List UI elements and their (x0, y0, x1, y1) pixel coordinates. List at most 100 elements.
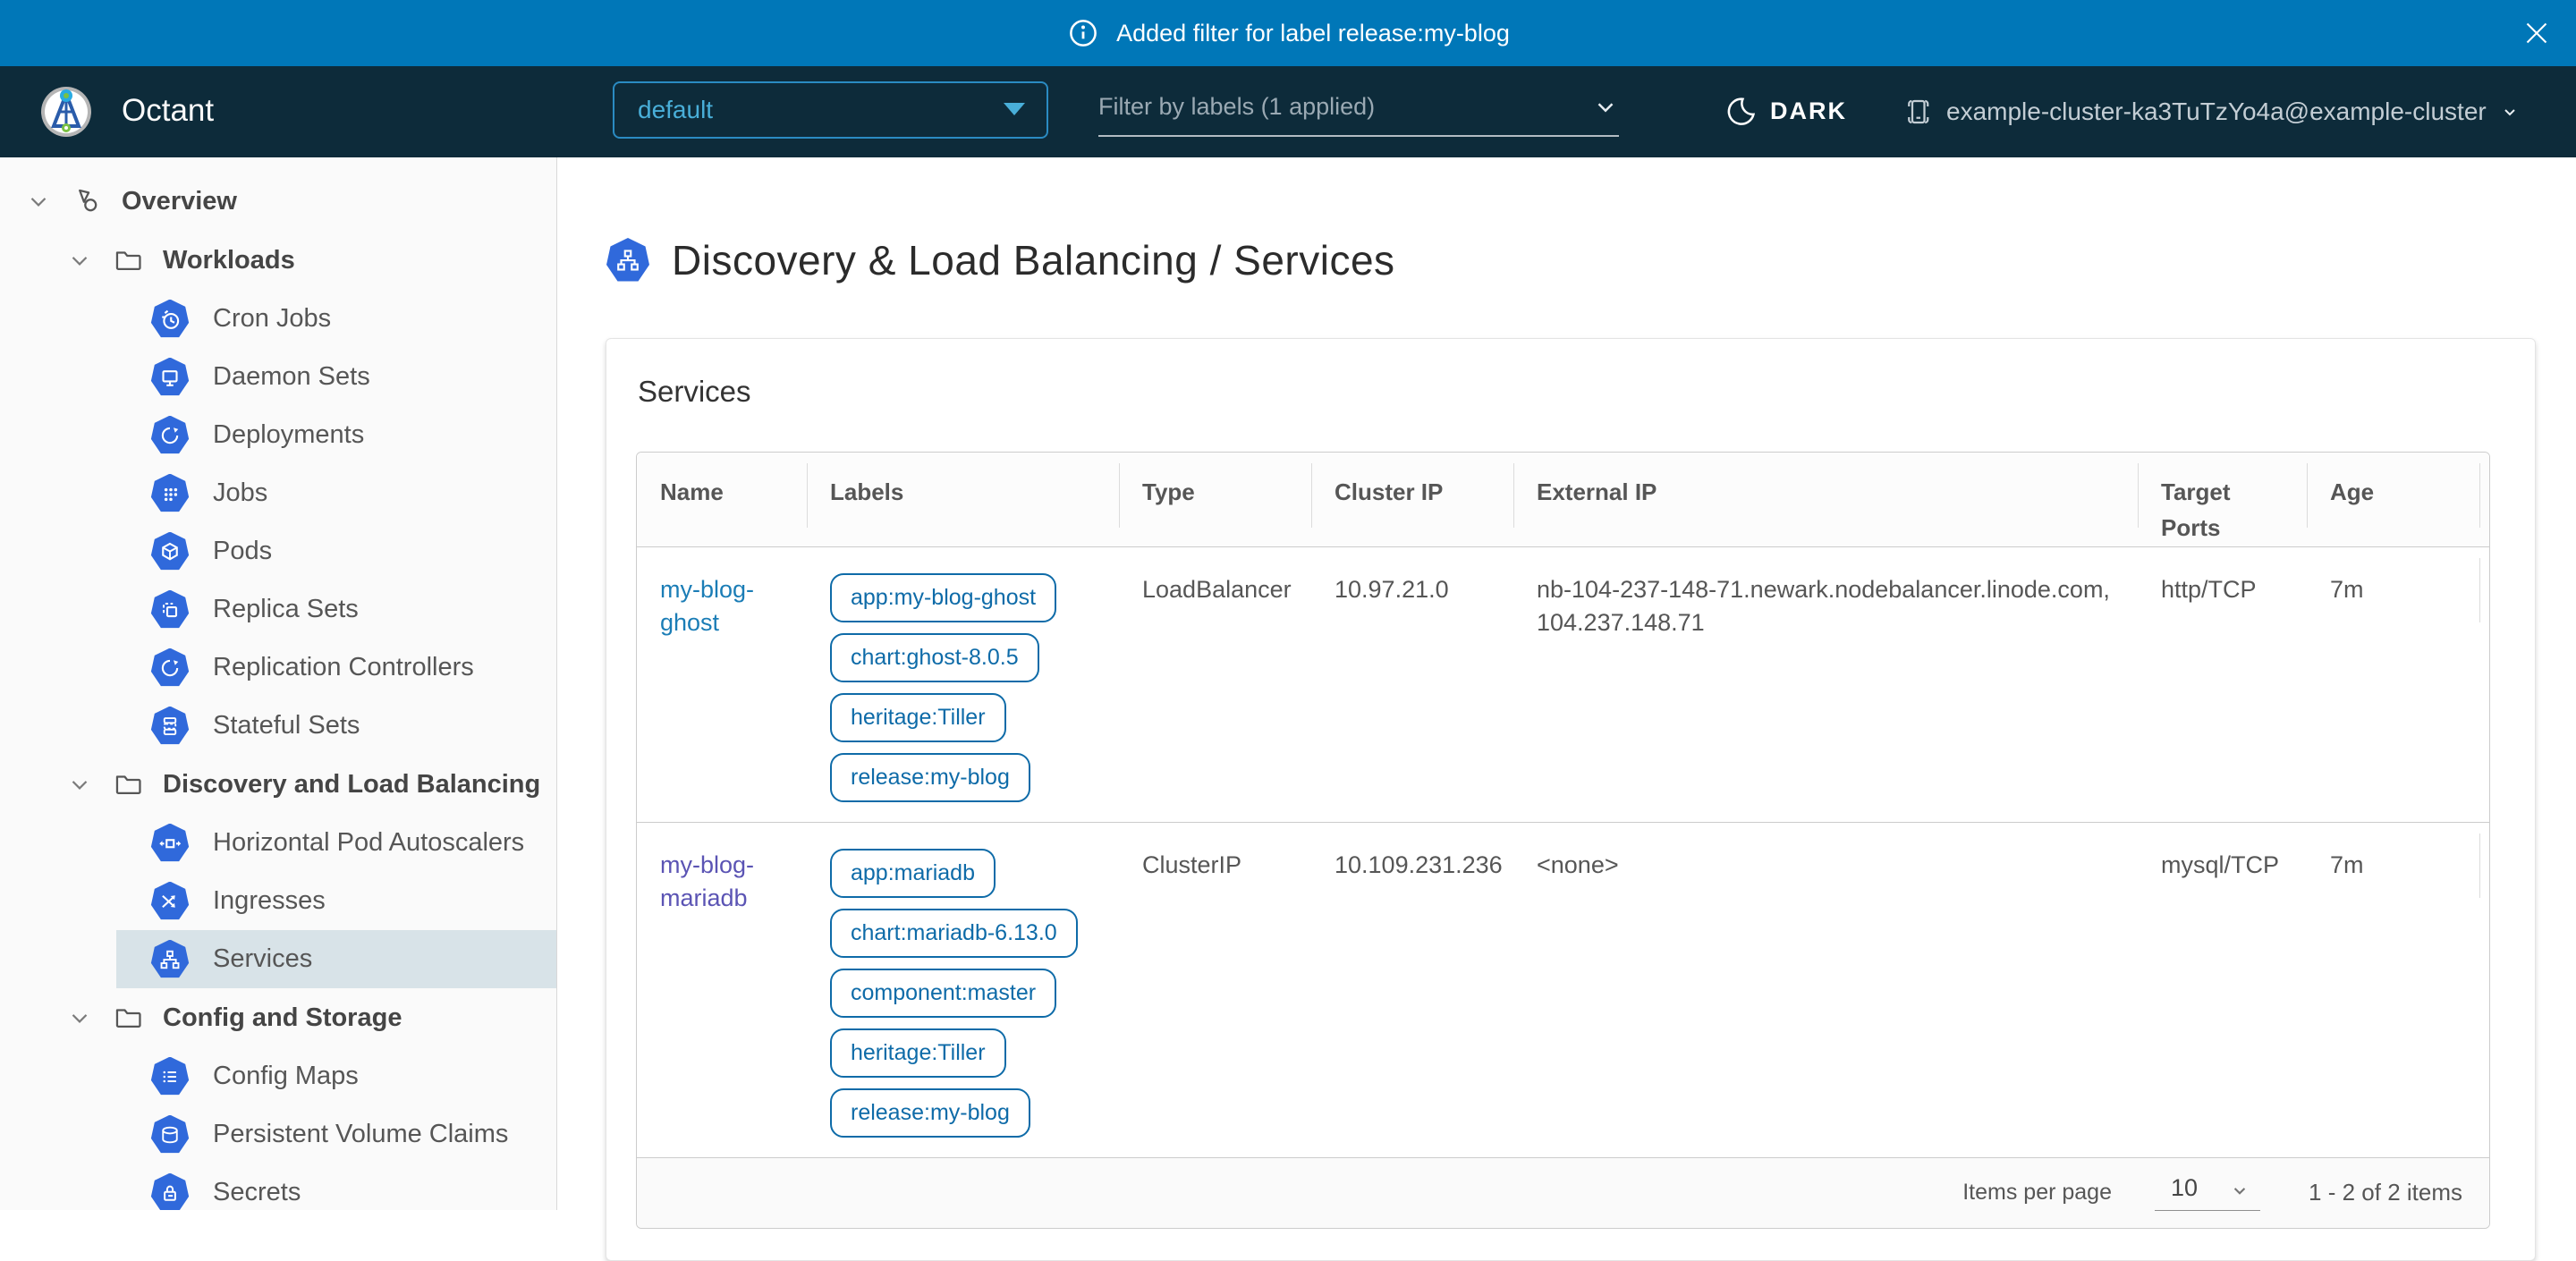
label-pill[interactable]: chart:mariadb-6.13.0 (830, 909, 1078, 958)
column-header-external-ip: External IP (1513, 453, 2138, 546)
sidebar-item-persistent-volume-claims[interactable]: Persistent Volume Claims (116, 1105, 556, 1164)
items-per-page-select[interactable]: 10 (2155, 1174, 2260, 1211)
service-resource-icon (606, 238, 650, 283)
sidebar-item-label: Config and Storage (163, 1003, 402, 1033)
sidebar-item-discovery-and-load-balancing[interactable]: Discovery and Load Balancing (0, 755, 556, 814)
sidebar-item-label: Overview (122, 187, 237, 216)
cell-target-ports: mysql/TCP (2138, 823, 2307, 1157)
namespace-select[interactable]: default (613, 81, 1048, 139)
dark-theme-toggle[interactable]: DARK (1724, 95, 1847, 127)
cell-target-ports: http/TCP (2138, 547, 2307, 822)
label-pill[interactable]: heritage:Tiller (830, 693, 1006, 742)
notification-banner: Added filter for label release:my-blog (0, 0, 2576, 66)
chevron-down-icon[interactable] (66, 1004, 93, 1031)
items-per-page-label: Items per page (1962, 1180, 2112, 1206)
pagination-range: 1 - 2 of 2 items (2309, 1179, 2462, 1206)
cell-age: 7m (2307, 547, 2479, 822)
namespace-value: default (638, 96, 713, 124)
moon-icon (1724, 95, 1757, 127)
table-footer: Items per page 10 1 - 2 of 2 items (637, 1157, 2489, 1228)
octant-logo-icon (39, 85, 93, 139)
sidebar-item-jobs[interactable]: Jobs (116, 464, 556, 522)
cell-type: LoadBalancer (1119, 547, 1311, 822)
column-header-type: Type (1119, 453, 1311, 546)
services-icon (150, 940, 190, 979)
services-table: NameLabelsTypeCluster IPExternal IPTarge… (636, 452, 2490, 1229)
chevron-down-icon (2499, 101, 2521, 123)
deployments-icon (150, 416, 190, 455)
sidebar-item-label: Cron Jobs (213, 304, 331, 334)
info-icon (1066, 16, 1100, 50)
caret-down-icon (1004, 103, 1025, 115)
column-header-name: Name (637, 453, 807, 546)
page-title: Discovery & Load Balancing / Services (606, 236, 2536, 284)
stateful-sets-icon (150, 707, 190, 746)
sidebar-item-deployments[interactable]: Deployments (116, 406, 556, 464)
label-pill[interactable]: chart:ghost-8.0.5 (830, 633, 1039, 682)
sidebar-item-daemon-sets[interactable]: Daemon Sets (116, 348, 556, 406)
service-name-link[interactable]: my-blog-ghost (660, 576, 754, 637)
deployment-target-icon (1902, 96, 1934, 128)
label-pill[interactable]: app:mariadb (830, 849, 996, 898)
folder-icon (113, 1003, 143, 1033)
folder-icon (113, 769, 143, 800)
chevron-down-icon[interactable] (25, 188, 52, 215)
ingresses-icon (150, 882, 190, 921)
sidebar-item-secrets[interactable]: Secrets (116, 1164, 556, 1210)
cell-name: my-blog-mariadb (637, 823, 807, 1157)
sidebar-item-replication-controllers[interactable]: Replication Controllers (116, 639, 556, 697)
sidebar-item-cron-jobs[interactable]: Cron Jobs (116, 290, 556, 348)
cluster-context-select[interactable]: example-cluster-ka3TuTzYo4a@example-clus… (1902, 96, 2521, 128)
chevron-down-icon[interactable] (66, 247, 93, 274)
jobs-icon (150, 474, 190, 513)
app-header: Octant default Filter by labels (1 appli… (0, 66, 2576, 157)
sidebar-item-services[interactable]: Services (116, 930, 556, 988)
label-filter-placeholder: Filter by labels (1 applied) (1098, 93, 1375, 121)
folder-icon (113, 245, 143, 275)
cluster-context-value: example-cluster-ka3TuTzYo4a@example-clus… (1946, 97, 2487, 126)
sidebar-item-pods[interactable]: Pods (116, 522, 556, 580)
row-spacer (2479, 823, 2489, 1157)
cell-type: ClusterIP (1119, 823, 1311, 1157)
sidebar-item-config-and-storage[interactable]: Config and Storage (0, 988, 556, 1047)
cron-jobs-icon (150, 300, 190, 339)
label-filter-input[interactable]: Filter by labels (1 applied) (1098, 93, 1619, 137)
main-content: Discovery & Load Balancing / Services Se… (557, 157, 2576, 1210)
sidebar-item-label: Stateful Sets (213, 711, 360, 741)
sidebar-item-label: Replica Sets (213, 595, 359, 624)
services-card: Services NameLabelsTypeCluster IPExterna… (606, 338, 2536, 1261)
sidebar-item-label: Pods (213, 537, 272, 566)
label-pill[interactable]: app:my-blog-ghost (830, 573, 1056, 622)
sidebar-item-replica-sets[interactable]: Replica Sets (116, 580, 556, 639)
sidebar-item-config-maps[interactable]: Config Maps (116, 1047, 556, 1105)
sidebar-item-overview[interactable]: Overview (0, 172, 556, 231)
label-pill[interactable]: component:master (830, 969, 1056, 1018)
theme-toggle-label: DARK (1770, 97, 1847, 125)
sidebar-item-stateful-sets[interactable]: Stateful Sets (116, 697, 556, 755)
sidebar-item-horizontal-pod-autoscalers[interactable]: Horizontal Pod Autoscalers (116, 814, 556, 872)
table-header-row: NameLabelsTypeCluster IPExternal IPTarge… (637, 453, 2489, 546)
secrets-icon (150, 1173, 190, 1211)
sidebar-item-ingresses[interactable]: Ingresses (116, 872, 556, 930)
column-header-target-ports: Target Ports (2138, 453, 2307, 546)
sidebar-item-label: Discovery and Load Balancing (163, 770, 540, 800)
pods-icon (150, 532, 190, 571)
replication-controllers-icon (150, 648, 190, 688)
cell-name: my-blog-ghost (637, 547, 807, 822)
label-pill[interactable]: release:my-blog (830, 1088, 1030, 1138)
cell-cluster-ip: 10.97.21.0 (1311, 547, 1513, 822)
app-title: Octant (122, 93, 214, 129)
service-name-link[interactable]: my-blog-mariadb (660, 851, 754, 912)
sidebar-item-workloads[interactable]: Workloads (0, 231, 556, 290)
page-heading: Discovery & Load Balancing / Services (672, 236, 1395, 284)
chevron-down-icon[interactable] (66, 771, 93, 798)
sidebar-navigation: Overview Workloads Cron Jobs Daemon SetsDep… (0, 157, 557, 1210)
sidebar-item-label: Replication Controllers (213, 653, 474, 682)
label-pill[interactable]: heritage:Tiller (830, 1028, 1006, 1078)
close-icon[interactable] (2521, 17, 2553, 49)
label-pill[interactable]: release:my-blog (830, 753, 1030, 802)
sidebar-item-label: Persistent Volume Claims (213, 1120, 508, 1149)
column-header-age: Age (2307, 453, 2479, 546)
column-header-spacer (2479, 453, 2489, 546)
cell-external-ip: <none> (1513, 823, 2138, 1157)
